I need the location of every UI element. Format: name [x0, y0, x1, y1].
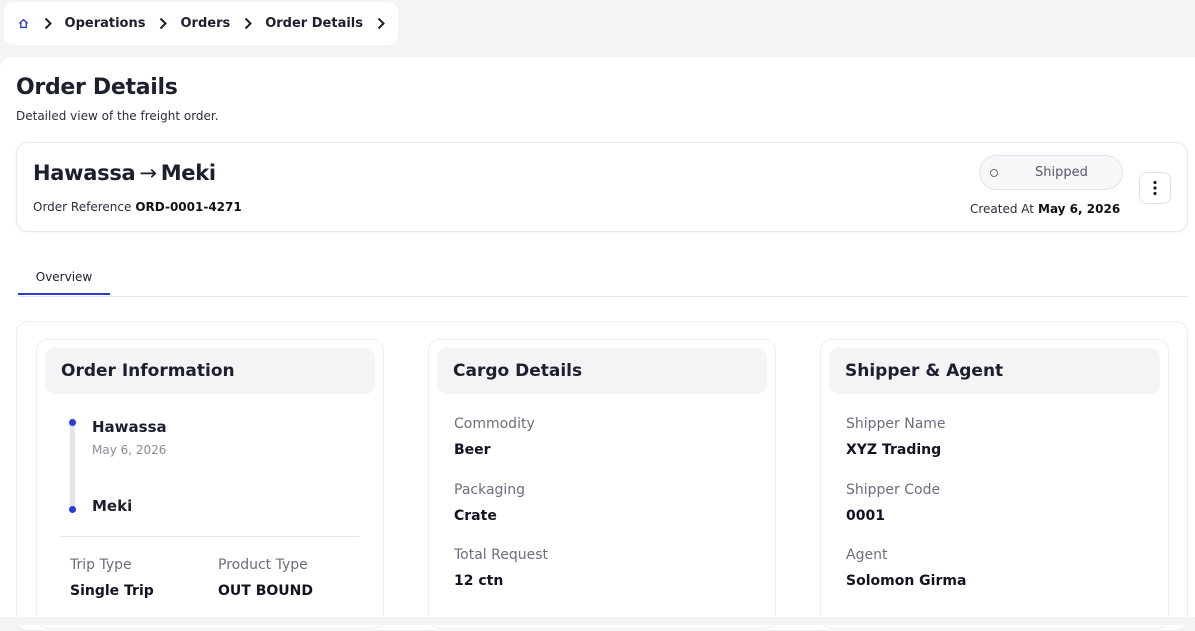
- cargo-details-card: Cargo Details Commodity Beer Packaging C…: [428, 339, 776, 629]
- trip-type-label: Trip Type: [70, 557, 132, 573]
- timeline-line: [70, 418, 75, 512]
- status-badge: Shipped: [979, 155, 1123, 190]
- breadcrumb-operations[interactable]: Operations: [65, 16, 146, 31]
- packaging-value: Crate: [454, 508, 497, 524]
- overview-panel: Order Information Hawassa May 6, 2026 Me…: [16, 321, 1188, 631]
- agent-value: Solomon Girma: [846, 573, 967, 589]
- product-type-label: Product Type: [218, 557, 308, 573]
- route-arrow-icon: →: [139, 161, 157, 185]
- created-at-value: May 6, 2026: [1038, 202, 1121, 216]
- created-at: Created At May 6, 2026: [970, 202, 1120, 216]
- created-at-label: Created At: [970, 202, 1035, 216]
- commodity-value: Beer: [454, 442, 491, 458]
- breadcrumb-order-details[interactable]: Order Details: [265, 16, 363, 31]
- chevron-right-icon: [243, 17, 253, 30]
- order-reference-value: ORD-0001-4271: [135, 200, 242, 214]
- tab-bar: Overview: [18, 256, 1188, 297]
- agent-label: Agent: [846, 547, 888, 563]
- divider: [61, 536, 359, 537]
- shipper-agent-card: Shipper & Agent Shipper Name XYZ Trading…: [820, 339, 1169, 629]
- page-subtitle: Detailed view of the freight order.: [16, 109, 219, 123]
- order-reference-label: Order Reference: [33, 200, 132, 214]
- home-icon[interactable]: [18, 18, 30, 29]
- route-title: Hawassa → Meki: [33, 161, 216, 185]
- timeline-origin: Hawassa: [92, 418, 167, 436]
- route-origin: Hawassa: [33, 161, 136, 185]
- order-information-card: Order Information Hawassa May 6, 2026 Me…: [36, 339, 384, 629]
- cargo-details-title: Cargo Details: [437, 348, 767, 394]
- chevron-right-icon: [43, 17, 53, 30]
- shipper-agent-title: Shipper & Agent: [829, 348, 1160, 394]
- trip-type-value: Single Trip: [70, 583, 154, 599]
- shipper-name-label: Shipper Name: [846, 416, 946, 432]
- packaging-label: Packaging: [454, 482, 526, 498]
- shipper-code-label: Shipper Code: [846, 482, 941, 498]
- timeline-destination: Meki: [92, 497, 133, 515]
- timeline-origin-date: May 6, 2026: [92, 443, 167, 457]
- origin-dot-icon: [69, 419, 76, 426]
- breadcrumb: Operations Orders Order Details: [4, 2, 398, 45]
- more-options-button[interactable]: [1139, 172, 1171, 204]
- commodity-label: Commodity: [454, 416, 535, 432]
- page-content: Order Details Detailed view of the freig…: [0, 57, 1195, 631]
- shipper-name-value: XYZ Trading: [846, 442, 942, 458]
- page-title: Order Details: [16, 75, 178, 100]
- more-vertical-icon: [1153, 180, 1157, 196]
- shipper-code-value: 0001: [846, 508, 885, 524]
- breadcrumb-orders[interactable]: Orders: [180, 16, 230, 31]
- tab-overview[interactable]: Overview: [18, 256, 110, 295]
- product-type-value: OUT BOUND: [218, 583, 313, 599]
- bottom-strip: [0, 617, 1195, 625]
- status-circle-icon: [990, 168, 998, 177]
- order-summary-card: Hawassa → Meki Order Reference ORD-0001-427…: [16, 142, 1188, 232]
- total-request-label: Total Request: [454, 547, 549, 563]
- total-request-value: 12 ctn: [454, 573, 504, 589]
- destination-dot-icon: [69, 506, 76, 513]
- chevron-right-icon: [376, 17, 386, 30]
- status-text: Shipped: [1035, 165, 1088, 180]
- order-information-title: Order Information: [45, 348, 375, 394]
- route-destination: Meki: [160, 161, 216, 185]
- chevron-right-icon: [158, 17, 168, 30]
- order-reference: Order Reference ORD-0001-4271: [33, 200, 242, 214]
